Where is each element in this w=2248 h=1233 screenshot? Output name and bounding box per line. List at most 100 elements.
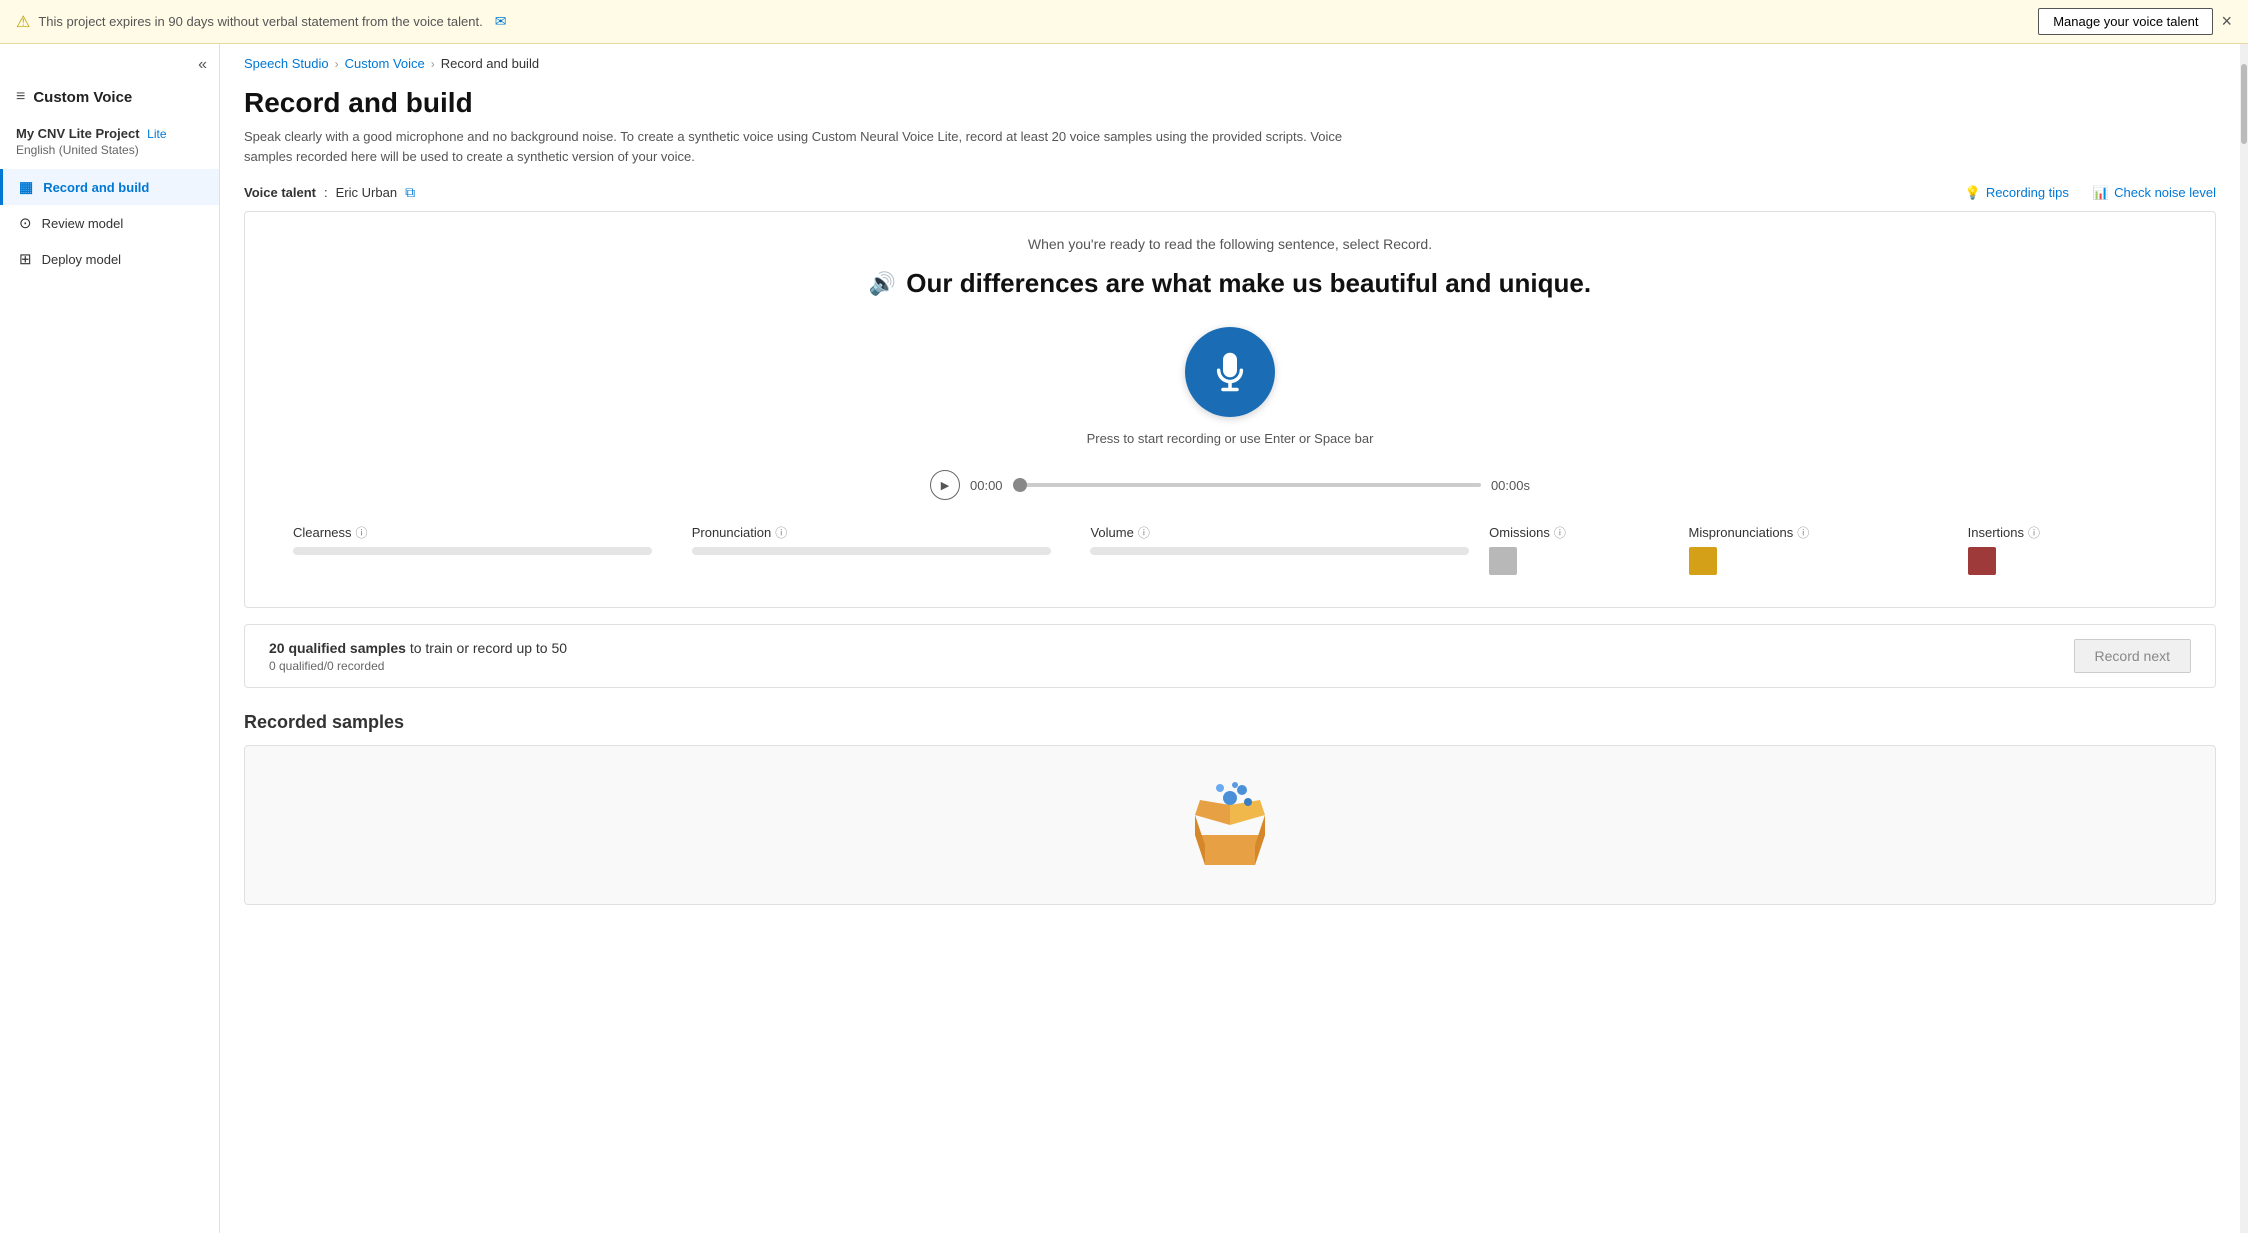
check-noise-level-button[interactable]: 📊 Check noise level xyxy=(2093,185,2216,201)
scrollbar-thumb[interactable] xyxy=(2241,64,2247,144)
recorded-section: Recorded samples xyxy=(220,704,2240,905)
record-button[interactable] xyxy=(1185,327,1275,417)
mic-hint: Press to start recording or use Enter or… xyxy=(1087,431,1374,446)
mispronunciations-label-text: Mispronunciations xyxy=(1689,525,1794,540)
omissions-info-icon[interactable]: ⓘ xyxy=(1554,524,1566,541)
clearness-label-text: Clearness xyxy=(293,525,352,540)
app-name-label: Custom Voice xyxy=(33,89,132,106)
clearness-info-icon[interactable]: ⓘ xyxy=(356,524,368,541)
main-layout: « ≡ Custom Voice My CNV Lite Project Lit… xyxy=(0,44,2248,1233)
progress-thumb[interactable] xyxy=(1013,478,1027,492)
banner-message: ⚠ This project expires in 90 days withou… xyxy=(16,12,506,32)
review-nav-label: Review model xyxy=(42,216,124,231)
recording-sentence: 🔊 Our differences are what make us beaut… xyxy=(277,268,2183,299)
metric-clearness: Clearness ⓘ xyxy=(293,524,692,555)
scrollbar-track[interactable] xyxy=(2240,44,2248,1233)
pronunciation-info-icon[interactable]: ⓘ xyxy=(775,524,787,541)
review-nav-icon: ⊙ xyxy=(19,214,32,232)
pronunciation-label: Pronunciation ⓘ xyxy=(692,524,1091,541)
speaker-icon[interactable]: 🔊 xyxy=(869,271,896,297)
mail-icon[interactable]: ✉ xyxy=(495,13,507,30)
warning-icon: ⚠ xyxy=(16,12,30,32)
mispronunciations-box xyxy=(1689,547,1717,575)
insertions-label: Insertions ⓘ xyxy=(1968,524,2167,541)
content-area: Speech Studio › Custom Voice › Record an… xyxy=(220,44,2240,1233)
sentence-text: Our differences are what make us beautif… xyxy=(906,268,1591,299)
recording-prompt: When you're ready to read the following … xyxy=(277,236,2183,252)
banner: ⚠ This project expires in 90 days withou… xyxy=(0,0,2248,44)
page-description: Speak clearly with a good microphone and… xyxy=(244,127,1344,166)
metrics-row: Clearness ⓘ Pronunciation ⓘ xyxy=(277,524,2183,575)
noise-chart-icon: 📊 xyxy=(2093,185,2109,201)
mispronunciations-label: Mispronunciations ⓘ xyxy=(1689,524,1968,541)
copy-icon[interactable]: ⧉ xyxy=(405,184,415,201)
recorded-samples-empty xyxy=(244,745,2216,905)
voice-talent-label: Voice talent xyxy=(244,185,316,200)
banner-close-button[interactable]: × xyxy=(2221,11,2232,32)
sidebar-item-review[interactable]: ⊙ Review model xyxy=(0,205,219,241)
sidebar-app-name: ≡ Custom Voice xyxy=(0,82,219,118)
voice-talent-row: Voice talent : Eric Urban ⧉ 💡 Recording … xyxy=(220,174,2240,211)
breadcrumb-sep-2: › xyxy=(431,57,435,71)
mispronunciations-info-icon[interactable]: ⓘ xyxy=(1797,524,1809,541)
deploy-nav-icon: ⊞ xyxy=(19,250,32,268)
record-next-button[interactable]: Record next xyxy=(2074,639,2191,673)
breadcrumb-sep-1: › xyxy=(335,57,339,71)
breadcrumb: Speech Studio › Custom Voice › Record an… xyxy=(220,44,2240,71)
qualified-text: 20 qualified samples to train or record … xyxy=(269,640,567,656)
pronunciation-label-text: Pronunciation xyxy=(692,525,772,540)
sidebar: « ≡ Custom Voice My CNV Lite Project Lit… xyxy=(0,44,220,1233)
bottom-bar: 20 qualified samples to train or record … xyxy=(244,624,2216,688)
metric-mispronunciations: Mispronunciations ⓘ xyxy=(1689,524,1968,575)
sidebar-project: My CNV Lite Project Lite English (United… xyxy=(0,118,219,161)
metric-volume: Volume ⓘ xyxy=(1090,524,1489,555)
mic-icon xyxy=(1209,351,1251,393)
tips-label: Recording tips xyxy=(1986,185,2069,200)
mic-area: Press to start recording or use Enter or… xyxy=(277,327,2183,446)
sidebar-collapse-button[interactable]: « xyxy=(198,56,207,74)
voice-talent-colon: : xyxy=(324,185,328,200)
record-nav-icon: ▦ xyxy=(19,178,33,196)
play-button[interactable]: ▶ xyxy=(930,470,960,500)
voice-talent-actions: 💡 Recording tips 📊 Check noise level xyxy=(1965,185,2216,201)
qualified-suffix: to train or record up to 50 xyxy=(406,640,567,656)
qualified-info: 20 qualified samples to train or record … xyxy=(269,640,567,673)
pronunciation-bar-bg xyxy=(692,547,1051,555)
page-header: Record and build Speak clearly with a go… xyxy=(220,71,2240,174)
clearness-label: Clearness ⓘ xyxy=(293,524,692,541)
banner-text: This project expires in 90 days without … xyxy=(38,14,482,29)
sidebar-item-deploy[interactable]: ⊞ Deploy model xyxy=(0,241,219,277)
breadcrumb-custom-voice[interactable]: Custom Voice xyxy=(345,56,425,71)
recording-tips-button[interactable]: 💡 Recording tips xyxy=(1965,185,2069,201)
insertions-label-text: Insertions xyxy=(1968,525,2024,540)
project-name: My CNV Lite Project Lite xyxy=(16,126,203,141)
omissions-box xyxy=(1489,547,1517,575)
qualified-sub: 0 qualified/0 recorded xyxy=(269,659,567,673)
metric-insertions: Insertions ⓘ xyxy=(1968,524,2167,575)
project-language: English (United States) xyxy=(16,143,203,157)
insertions-box xyxy=(1968,547,1996,575)
current-time: 00:00 xyxy=(970,478,1003,493)
duration-label: 00:00s xyxy=(1491,478,1530,493)
qualified-count: 20 qualified samples xyxy=(269,640,406,656)
sidebar-toggle-area: « xyxy=(0,52,219,82)
record-nav-label: Record and build xyxy=(43,180,149,195)
volume-bar-bg xyxy=(1090,547,1469,555)
manage-voice-talent-button[interactable]: Manage your voice talent xyxy=(2038,8,2213,35)
progress-track[interactable] xyxy=(1013,483,1481,487)
noise-label: Check noise level xyxy=(2114,185,2216,200)
insertions-info-icon[interactable]: ⓘ xyxy=(2028,524,2040,541)
clearness-bar-bg xyxy=(293,547,652,555)
recorded-samples-title: Recorded samples xyxy=(244,712,2216,733)
menu-icon: ≡ xyxy=(16,88,25,106)
empty-box-illustration xyxy=(1180,780,1280,870)
volume-label: Volume ⓘ xyxy=(1090,524,1489,541)
sidebar-item-record[interactable]: ▦ Record and build xyxy=(0,169,219,205)
page-title: Record and build xyxy=(244,87,2216,119)
voice-talent-info: Voice talent : Eric Urban ⧉ xyxy=(244,184,415,201)
banner-actions: Manage your voice talent × xyxy=(2038,8,2232,35)
volume-label-text: Volume xyxy=(1090,525,1133,540)
omissions-label-text: Omissions xyxy=(1489,525,1550,540)
breadcrumb-speech-studio[interactable]: Speech Studio xyxy=(244,56,329,71)
volume-info-icon[interactable]: ⓘ xyxy=(1138,524,1150,541)
